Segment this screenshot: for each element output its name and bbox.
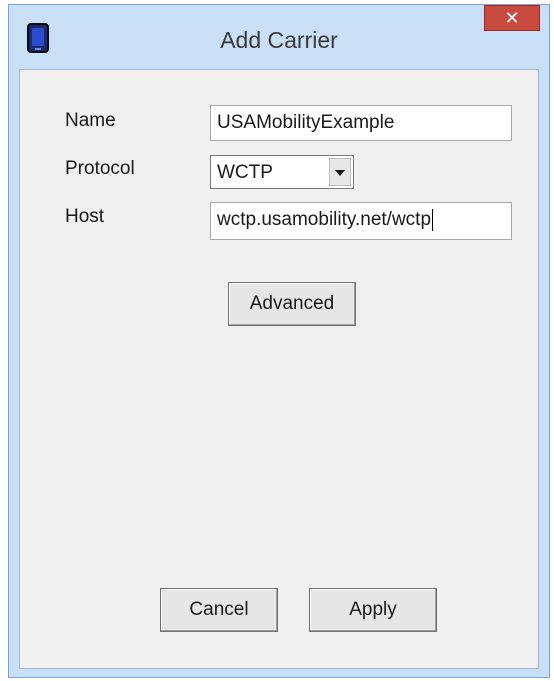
dialog-title: Add Carrier: [220, 27, 338, 53]
close-icon: ✕: [504, 8, 520, 28]
name-input[interactable]: USAMobilityExample: [210, 105, 512, 141]
chevron-down-icon[interactable]: [329, 158, 351, 186]
text-caret: [432, 208, 434, 231]
protocol-label: Protocol: [65, 158, 135, 179]
host-input[interactable]: wctp.usamobility.net/wctp: [210, 202, 512, 240]
advanced-button[interactable]: Advanced: [228, 282, 356, 326]
protocol-select[interactable]: WCTP: [210, 155, 354, 189]
protocol-select-value: WCTP: [217, 162, 273, 183]
title-bar[interactable]: Add Carrier ✕: [9, 5, 549, 69]
close-button[interactable]: ✕: [484, 5, 540, 31]
cancel-button[interactable]: Cancel: [160, 588, 278, 632]
name-input-value: USAMobilityExample: [217, 112, 395, 133]
name-label: Name: [65, 110, 116, 131]
add-carrier-dialog: Add Carrier ✕ Name USAMobilityExample Pr…: [8, 4, 550, 678]
dialog-body: Name USAMobilityExample Protocol WCTP Ho…: [19, 69, 539, 669]
host-input-value: wctp.usamobility.net/wctp: [217, 209, 432, 230]
apply-button[interactable]: Apply: [309, 588, 437, 632]
host-label: Host: [65, 206, 105, 227]
